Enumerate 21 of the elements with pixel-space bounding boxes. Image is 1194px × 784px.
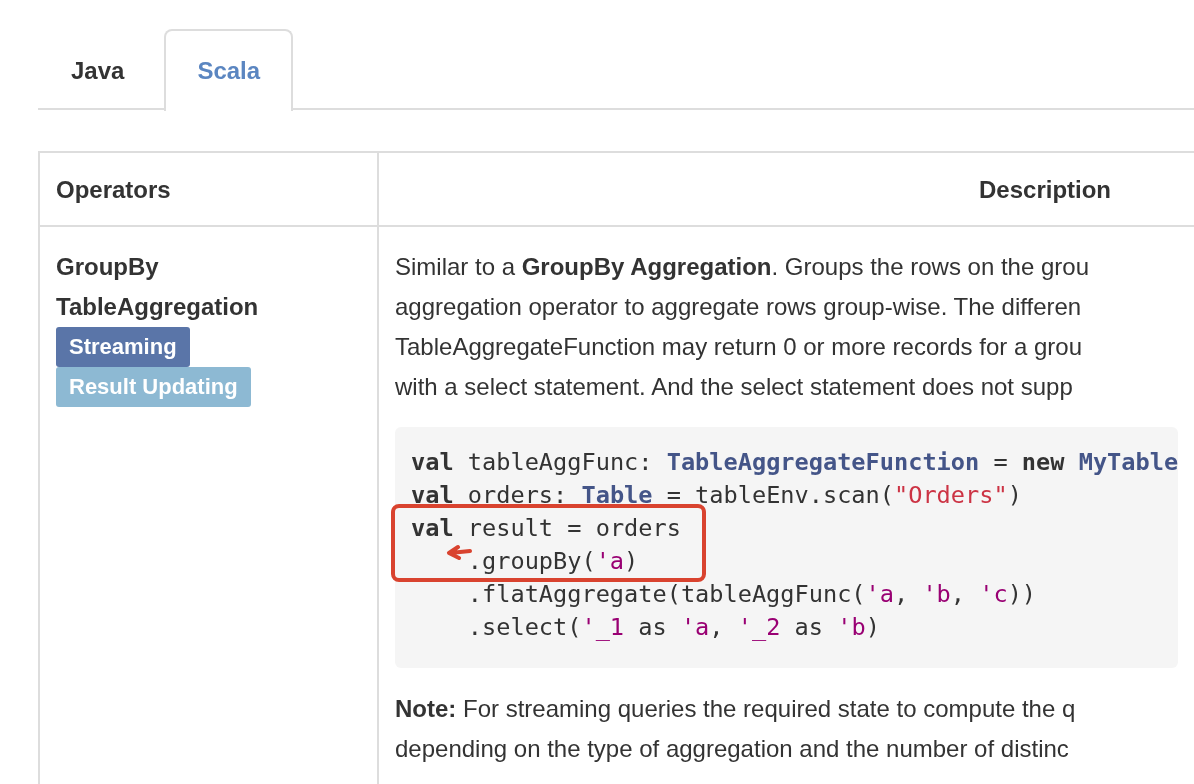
note-text: Note: For streaming queries the required state to compute the q bbox=[395, 694, 1077, 724]
code-line: val tableAggFunc: TableAggregateFunction = new MyTable bbox=[411, 447, 1179, 478]
code-line: val orders: Table = tableEnv.scan("Orders") bbox=[411, 480, 1022, 511]
operator-name: TableAggregation bbox=[56, 292, 260, 322]
description-text: TableAggregateFunction may return 0 or more records for a grou bbox=[395, 332, 1083, 362]
tag: Streaming bbox=[56, 327, 190, 367]
column-header: Operators bbox=[40, 153, 379, 227]
tab[interactable]: Java bbox=[38, 29, 158, 111]
description-text: Similar to a GroupBy Aggregation. Groups the rows on the grou bbox=[395, 252, 1090, 282]
tab[interactable]: Scala bbox=[164, 29, 294, 111]
code-line: .select('_1 as 'a, '_2 as 'b) bbox=[467, 612, 880, 643]
tag: Result Updating bbox=[56, 367, 251, 407]
description-text: with a select statement. And the select statement does not supp bbox=[395, 372, 1074, 402]
note-text: depending on the type of aggregation and the number of distinc bbox=[395, 734, 1070, 764]
operator-name: GroupBy bbox=[56, 252, 160, 282]
code-line: .groupBy('a) bbox=[467, 546, 639, 577]
column-header: Description bbox=[379, 153, 1194, 227]
code-line: val result = orders bbox=[411, 513, 681, 544]
code-line: .flatAggregate(tableAggFunc('a, 'b, 'c)) bbox=[467, 579, 1037, 610]
arrow-icon bbox=[446, 544, 472, 560]
description-text: aggregation operator to aggregate rows group-wise. The differen bbox=[395, 292, 1083, 322]
